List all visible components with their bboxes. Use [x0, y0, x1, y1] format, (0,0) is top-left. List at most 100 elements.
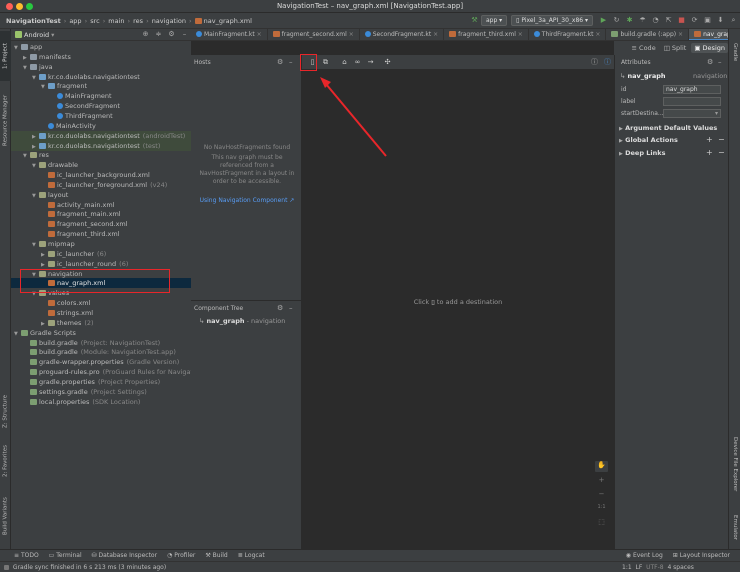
caret-position[interactable]: 1:1: [622, 564, 632, 571]
tree-item[interactable]: strings.xml: [41, 308, 93, 318]
chevron-down-icon[interactable]: ▼: [14, 43, 21, 53]
attr-id-input[interactable]: nav_graph: [663, 85, 721, 94]
editor-tab[interactable]: build.gradle (:app) ×: [606, 29, 690, 40]
chevron-down-icon[interactable]: ▼: [32, 191, 39, 201]
avd-manager-icon[interactable]: ▣: [703, 16, 712, 25]
gear-icon[interactable]: ⚙: [277, 304, 283, 312]
resource-manager-tab[interactable]: Resource Manager: [0, 85, 11, 155]
status-message[interactable]: Gradle sync finished in 6 s 213 ms (3 mi…: [13, 564, 166, 571]
design-mode-button[interactable]: ▣ Design: [691, 43, 728, 53]
chevron-down-icon[interactable]: ▼: [32, 161, 39, 171]
code-mode-button[interactable]: ≡ Code: [629, 43, 659, 53]
tree-item[interactable]: MainActivity: [41, 121, 96, 131]
close-icon[interactable]: ×: [676, 31, 683, 38]
info-icon[interactable]: ⓘ: [603, 58, 612, 67]
emulator-tab[interactable]: Emulator: [729, 507, 740, 547]
hammer-icon[interactable]: ⚒: [470, 16, 479, 25]
tree-item[interactable]: activity_main.xml: [41, 200, 115, 210]
profiler-tab[interactable]: ◔ Profiler: [167, 552, 195, 559]
profile-icon[interactable]: ◔: [651, 16, 660, 25]
tree-item[interactable]: ▼ layout: [32, 190, 68, 200]
sync-gradle-icon[interactable]: ⟳: [690, 16, 699, 25]
gear-icon[interactable]: ⚙: [707, 58, 713, 66]
pan-hand-icon[interactable]: ✋: [595, 461, 608, 472]
editor-tab[interactable]: fragment_second.xml ×: [268, 29, 360, 40]
component-tree-root[interactable]: ↳ nav_graph - navigation: [199, 317, 285, 325]
gear-icon[interactable]: ⚙: [277, 58, 283, 66]
auto-arrange-icon[interactable]: ✣: [383, 58, 392, 67]
chevron-down-icon[interactable]: ▼: [41, 82, 48, 92]
tree-item[interactable]: fragment_main.xml: [41, 209, 121, 219]
locate-icon[interactable]: ⊕: [141, 30, 150, 39]
navigation-docs-link[interactable]: Using Navigation Component ↗: [195, 197, 299, 204]
attach-debugger-icon[interactable]: ⇱: [664, 16, 673, 25]
tree-item[interactable]: ▶ ic_launcher_round (6): [41, 259, 128, 269]
tree-item[interactable]: gradle-wrapper.properties (Gradle Version…: [23, 357, 179, 367]
editor-tab[interactable]: fragment_third.xml ×: [444, 29, 529, 40]
indent-setting[interactable]: 4 spaces: [667, 564, 693, 571]
tree-item[interactable]: ▶ themes (2): [41, 318, 94, 328]
breadcrumb-project[interactable]: NavigationTest: [6, 17, 61, 25]
tree-item[interactable]: SecondFragment: [50, 101, 120, 111]
breadcrumb-main[interactable]: main: [108, 17, 124, 25]
close-icon[interactable]: ×: [431, 31, 438, 38]
tree-item[interactable]: ▶ manifests: [23, 52, 71, 62]
tree-item[interactable]: colors.xml: [41, 298, 90, 308]
line-separator[interactable]: LF: [635, 564, 642, 571]
deep-link-icon[interactable]: ∞: [353, 58, 362, 67]
stop-icon[interactable]: ■: [677, 16, 686, 25]
hide-panel-icon[interactable]: –: [180, 30, 189, 39]
tree-item[interactable]: ▼ kr.co.duolabs.navigationtest: [32, 72, 140, 82]
tree-item[interactable]: ▼ app: [14, 42, 42, 52]
maximize-window-button[interactable]: [26, 3, 33, 10]
editor-tab[interactable]: ThirdFragment.kt ×: [529, 29, 607, 40]
debug-icon[interactable]: ✱: [625, 16, 634, 25]
gradle-tab[interactable]: Gradle: [729, 37, 740, 67]
rerun-icon[interactable]: ↻: [612, 16, 621, 25]
zoom-out-icon[interactable]: −: [595, 490, 608, 501]
split-mode-button[interactable]: ◫ Split: [661, 43, 690, 53]
hide-panel-icon[interactable]: –: [289, 58, 293, 66]
attr-start-destination-select[interactable]: ▾: [663, 109, 721, 118]
database-inspector-tab[interactable]: ⛁ Database Inspector: [92, 552, 157, 559]
add-deep-link-button[interactable]: +: [706, 148, 713, 157]
close-icon[interactable]: ×: [255, 31, 262, 38]
project-view-select[interactable]: Android: [24, 31, 49, 39]
editor-tab[interactable]: nav_graph.xml ×: [689, 29, 728, 40]
breadcrumb-src[interactable]: src: [90, 17, 100, 25]
editor-tab[interactable]: MainFragment.kt ×: [191, 29, 268, 40]
hide-panel-icon[interactable]: –: [289, 304, 293, 312]
tree-item[interactable]: proguard-rules.pro (ProGuard Rules for Na…: [23, 367, 191, 377]
structure-tab[interactable]: Z: Structure: [0, 389, 11, 434]
logcat-tab[interactable]: ≣ Logcat: [238, 552, 265, 559]
section-argument-default-values[interactable]: ▶ Argument Default Values: [619, 124, 725, 132]
minimize-window-button[interactable]: [16, 3, 23, 10]
add-action-icon[interactable]: →: [366, 58, 375, 67]
chevron-down-icon[interactable]: ▾: [51, 31, 54, 39]
event-log-tab[interactable]: ◉ Event Log: [626, 552, 663, 559]
tree-item[interactable]: ▼ fragment: [41, 81, 87, 91]
search-icon[interactable]: ⌕: [729, 16, 738, 25]
tree-item[interactable]: ▶ kr.co.duolabs.navigationtest (androidTes…: [11, 130, 191, 141]
attr-label-input[interactable]: [663, 97, 721, 106]
device-file-explorer-tab[interactable]: Device File Explorer: [729, 429, 740, 499]
project-tool-tab[interactable]: 1: Project: [0, 31, 11, 81]
module-select[interactable]: app ▾: [480, 15, 508, 26]
tree-item[interactable]: fragment_third.xml: [41, 229, 120, 239]
tree-item[interactable]: MainFragment: [50, 91, 112, 101]
hide-panel-icon[interactable]: –: [718, 58, 722, 66]
add-nested-graph-icon[interactable]: ⧉: [321, 58, 330, 67]
tree-item[interactable]: fragment_second.xml: [41, 219, 128, 229]
editor-tab[interactable]: SecondFragment.kt ×: [360, 29, 445, 40]
run-icon[interactable]: ▶: [599, 16, 608, 25]
breadcrumb-navigation[interactable]: navigation: [152, 17, 186, 25]
chevron-down-icon[interactable]: ▼: [32, 240, 39, 250]
tree-item[interactable]: ▶ ic_launcher (6): [41, 249, 106, 259]
file-encoding[interactable]: UTF-8: [646, 564, 664, 571]
tree-item[interactable]: ic_launcher_foreground.xml (v24): [41, 180, 167, 190]
favorites-tab[interactable]: 2: Favorites: [0, 439, 11, 484]
layout-inspector-tab[interactable]: ⊞ Layout Inspector: [673, 552, 730, 559]
tree-item[interactable]: local.properties (SDK Location): [23, 397, 140, 407]
terminal-tab[interactable]: ▭ Terminal: [49, 552, 82, 559]
close-icon[interactable]: ×: [594, 31, 600, 38]
